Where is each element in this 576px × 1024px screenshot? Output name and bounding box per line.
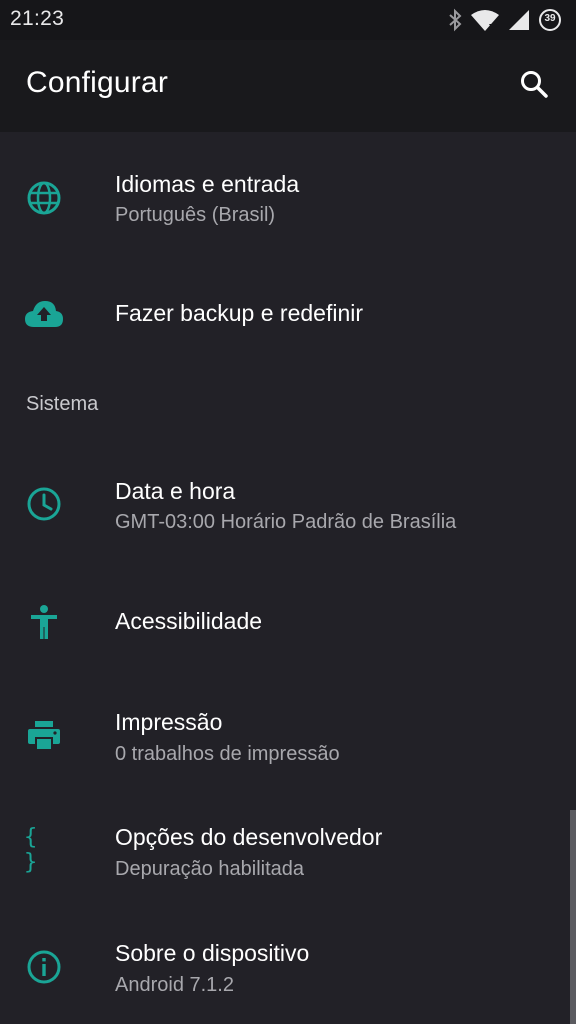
braces-glyph: { } [24, 825, 40, 875]
wifi-icon [470, 8, 500, 32]
braces-icon: { } [24, 825, 64, 875]
setting-about-device[interactable]: Sobre o dispositivo Android 7.1.2 [0, 924, 576, 1024]
setting-summary: GMT-03:00 Horário Padrão de Brasília [115, 511, 457, 533]
setting-title: Sobre o dispositivo [115, 940, 310, 966]
setting-title: Acessibilidade [115, 608, 263, 634]
setting-title: Fazer backup e redefinir [115, 300, 364, 326]
setting-title: Idiomas e entrada [115, 171, 300, 197]
globe-icon [24, 178, 64, 218]
settings-screen: 21:23 39 Configurar Idiomas e entrada Po… [0, 0, 576, 1024]
scrollbar[interactable] [570, 810, 576, 1024]
clock-icon [24, 484, 64, 524]
status-time: 21:23 [10, 7, 65, 30]
battery-icon: 39 [538, 8, 562, 32]
setting-summary: Português (Brasil) [115, 204, 276, 226]
section-header-sistema: Sistema [26, 393, 99, 415]
setting-backup-reset[interactable]: Fazer backup e redefinir [0, 262, 576, 382]
setting-title: Impressão [115, 709, 223, 735]
setting-title: Opções do desenvolvedor [115, 824, 383, 850]
setting-title: Data e hora [115, 478, 236, 504]
accessibility-icon [24, 602, 64, 642]
battery-level: 39 [544, 13, 556, 24]
setting-summary: 0 trabalhos de impressão [115, 743, 340, 765]
setting-accessibility[interactable]: Acessibilidade [0, 572, 576, 692]
search-icon [521, 71, 548, 98]
bluetooth-icon [448, 8, 462, 32]
search-button[interactable] [514, 64, 554, 104]
setting-printing[interactable]: Impressão 0 trabalhos de impressão [0, 692, 576, 808]
cloud-upload-icon [24, 294, 64, 334]
setting-summary: Depuração habilitada [115, 858, 305, 880]
page-title: Configurar [26, 66, 169, 99]
signal-icon [508, 9, 530, 31]
info-icon [24, 947, 64, 987]
setting-developer-options[interactable]: { } Opções do desenvolvedor Depuração ha… [0, 808, 576, 924]
setting-summary: Android 7.1.2 [115, 974, 234, 996]
app-toolbar: Configurar [0, 40, 576, 132]
status-bar: 21:23 39 [0, 0, 576, 40]
setting-date-time[interactable]: Data e hora GMT-03:00 Horário Padrão de … [0, 442, 576, 572]
setting-languages[interactable]: Idiomas e entrada Português (Brasil) [0, 132, 576, 262]
status-icons: 39 [448, 7, 562, 33]
printer-icon [24, 716, 64, 756]
